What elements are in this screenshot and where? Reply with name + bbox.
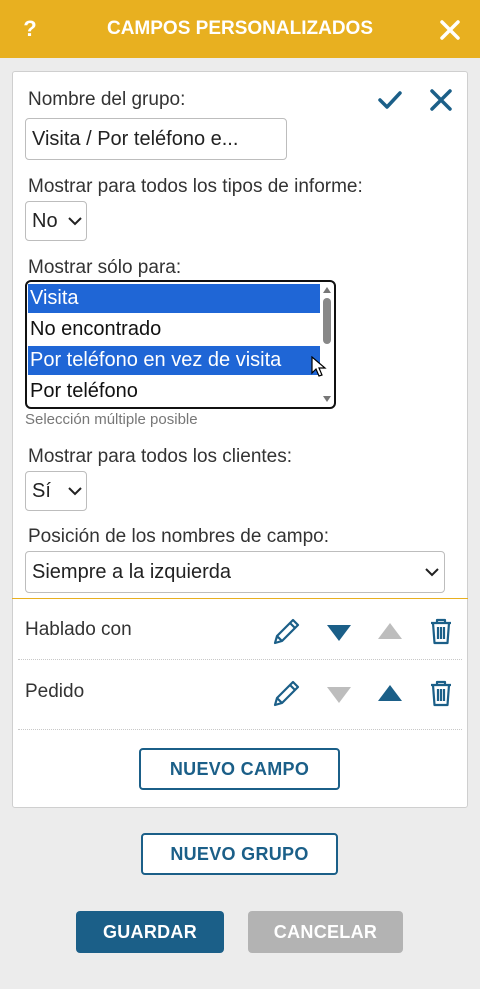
row-divider [18,729,462,730]
show-all-report-types-select[interactable]: No [25,201,87,241]
field-name: Hablado con [25,619,132,640]
scroll-up-arrow-icon[interactable] [323,287,331,293]
section-divider [12,598,468,599]
move-down-arrow-icon[interactable] [323,615,355,647]
field-name-position-label: Posición de los nombres de campo: [28,526,329,547]
field-name-position-select[interactable]: Siempre a la izquierda [25,551,445,593]
cancel-button[interactable]: CANCELAR [248,911,403,953]
show-only-for-label: Mostrar sólo para: [28,257,182,278]
delete-trash-icon[interactable] [425,677,457,709]
dialog-header: ? CAMPOS PERSONALIZADOS [0,0,480,58]
show-only-for-listbox[interactable]: Visita No encontrado Por teléfono en vez… [25,280,336,409]
chevron-down-icon [425,568,439,577]
scroll-down-arrow-icon[interactable] [323,396,331,402]
chevron-down-icon [68,217,82,226]
show-all-report-types-value: No [32,210,58,232]
show-all-clients-value: Sí [32,480,51,502]
listbox-option-no-encontrado[interactable]: No encontrado [28,315,320,344]
group-name-label: Nombre del grupo: [28,89,186,110]
help-button[interactable]: ? [20,14,40,44]
save-button[interactable]: GUARDAR [76,911,224,953]
edit-pencil-icon[interactable] [271,677,303,709]
discard-x-icon[interactable] [428,87,454,113]
delete-trash-icon[interactable] [425,615,457,647]
edit-pencil-icon[interactable] [271,615,303,647]
close-icon[interactable] [437,17,463,43]
scroll-thumb[interactable] [323,298,331,344]
field-name-position-value: Siempre a la izquierda [32,561,231,583]
listbox-option-visita[interactable]: Visita [28,284,320,313]
show-all-report-types-label: Mostrar para todos los tipos de informe: [28,176,363,197]
new-group-button[interactable]: NUEVO GRUPO [141,833,338,875]
listbox-option-por-telefono[interactable]: Por teléfono [28,377,320,406]
group-name-input[interactable]: Visita / Por teléfono e... [25,118,287,160]
row-divider [18,659,462,660]
confirm-check-icon[interactable] [377,87,403,113]
chevron-down-icon [68,487,82,496]
move-down-arrow-icon [327,687,351,703]
mouse-pointer-icon [311,356,327,377]
show-all-clients-label: Mostrar para todos los clientes: [28,446,293,467]
listbox-scrollbar[interactable] [322,284,332,405]
field-name: Pedido [25,681,85,702]
show-all-clients-select[interactable]: Sí [25,471,87,511]
new-field-button[interactable]: NUEVO CAMPO [139,748,340,790]
dialog-title: CAMPOS PERSONALIZADOS [106,18,374,39]
listbox-option-por-telefono-en-vez[interactable]: Por teléfono en vez de visita [28,346,320,375]
move-up-arrow-icon[interactable] [374,677,406,709]
move-up-arrow-icon [378,623,402,639]
multi-select-hint: Selección múltiple posible [25,411,198,428]
